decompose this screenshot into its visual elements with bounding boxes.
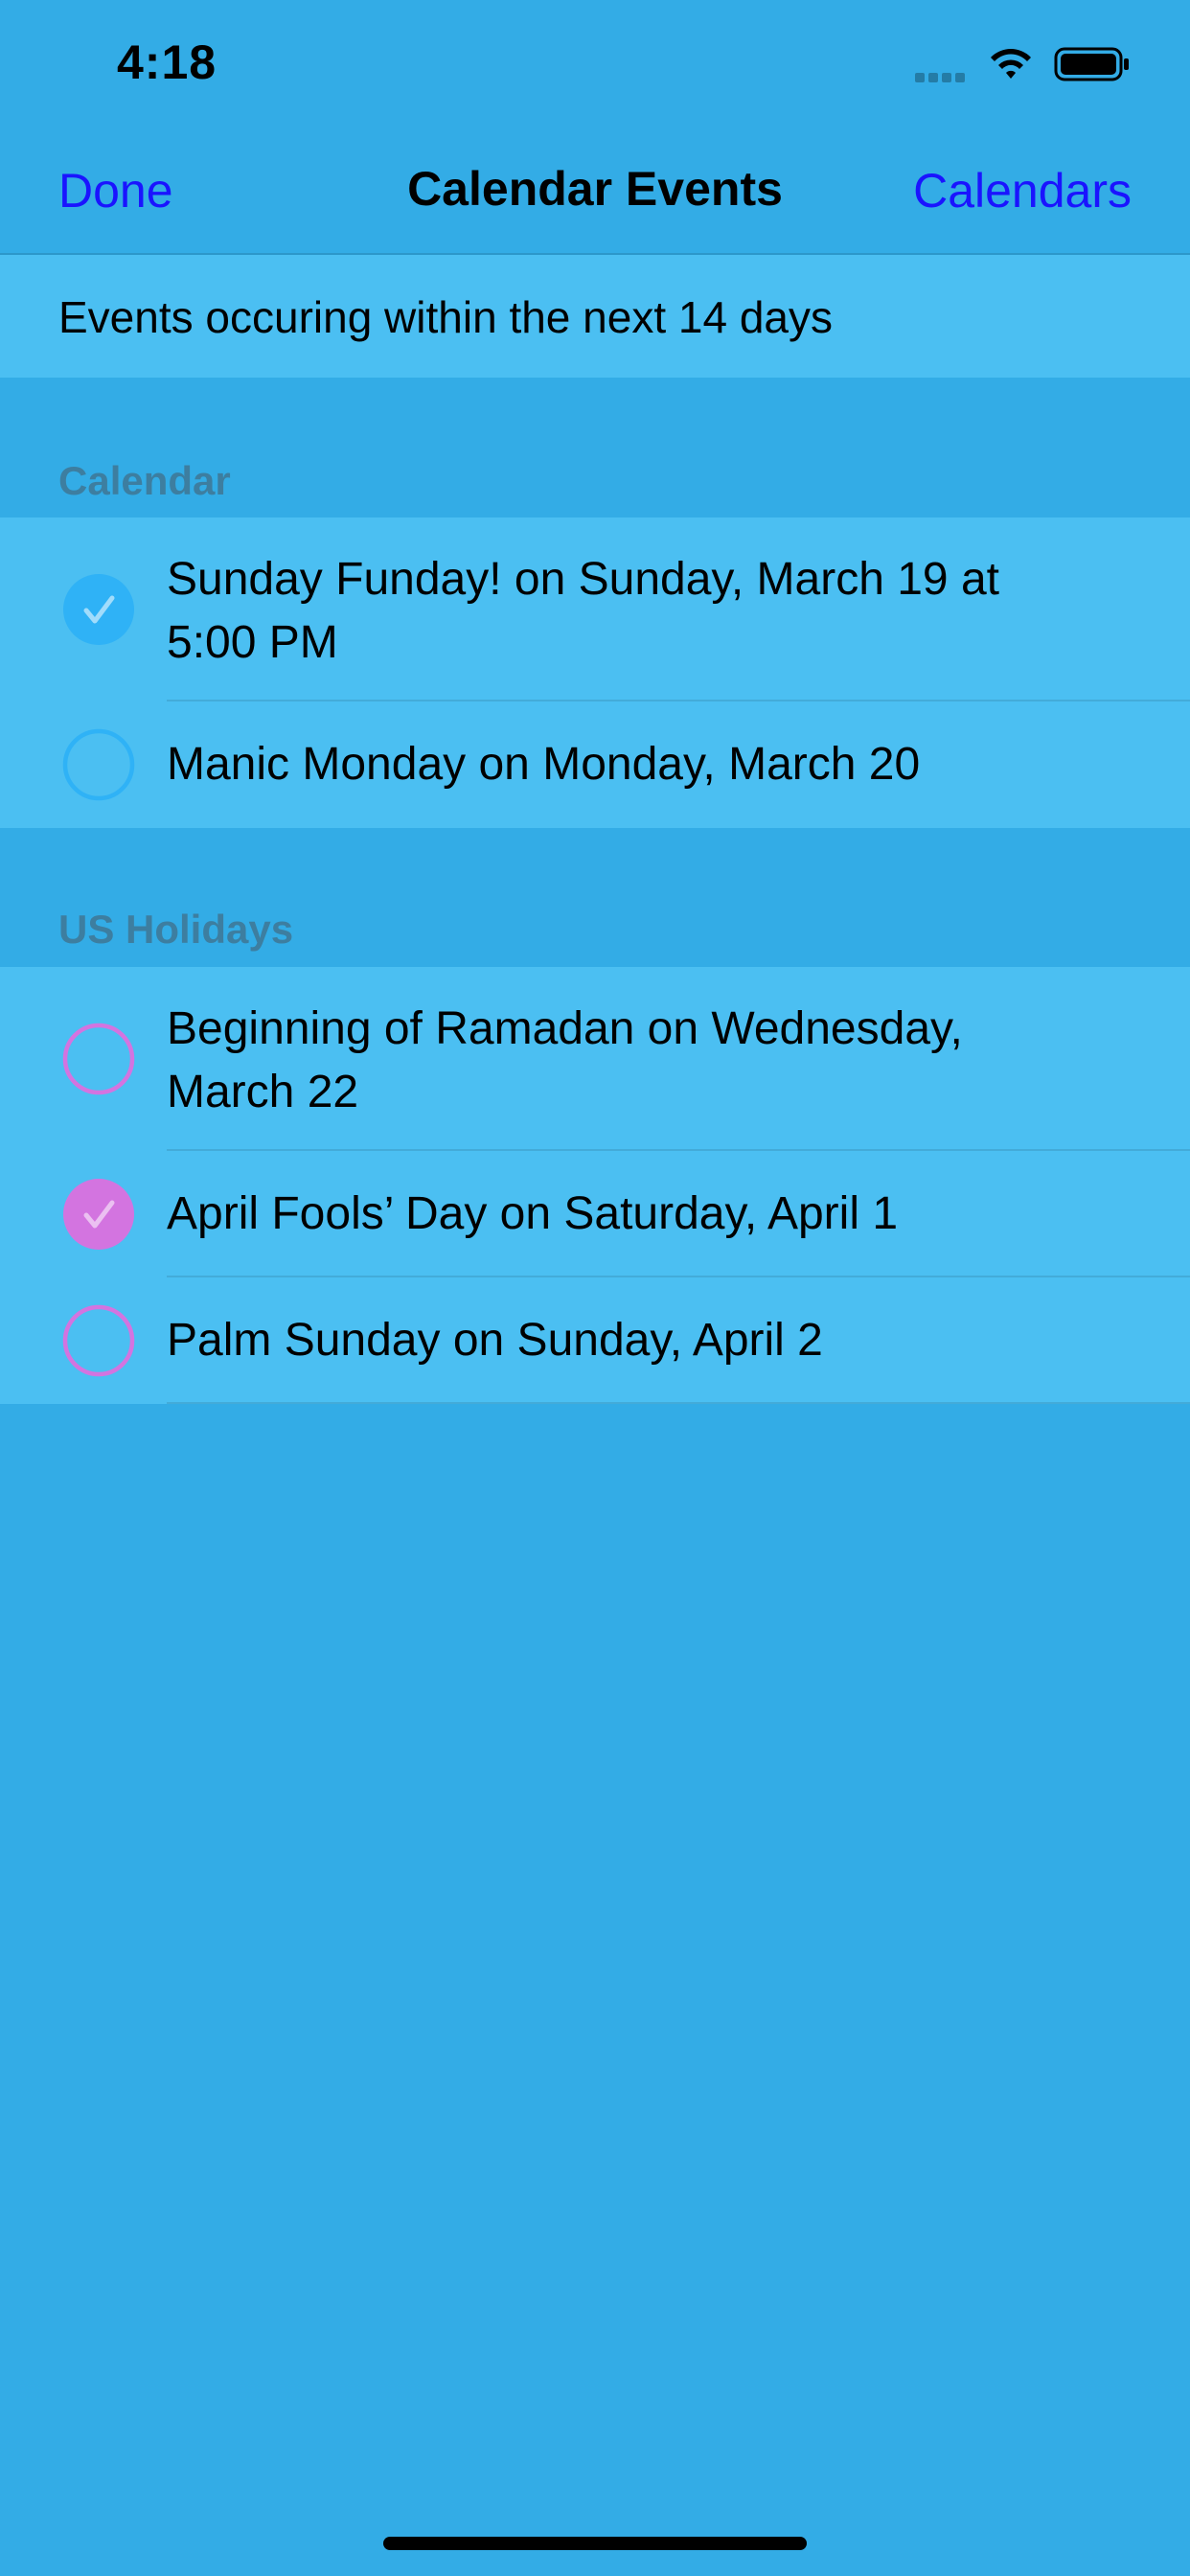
calendars-button[interactable]: Calendars: [913, 163, 1132, 218]
checkmark-icon[interactable]: [62, 1178, 135, 1251]
event-label: Manic Monday on Monday, March 20: [167, 739, 921, 790]
wifi-icon: [987, 46, 1035, 82]
event-label: Sunday Funday! on Sunday, March 19 at 5:…: [167, 554, 999, 668]
signal-icon: [915, 70, 969, 82]
event-row[interactable]: Beginning of Ramadan on Wednesday, March…: [0, 967, 1190, 1151]
circle-icon[interactable]: [62, 1304, 135, 1377]
status-time: 4:18: [117, 35, 217, 89]
event-row[interactable]: Manic Monday on Monday, March 20: [0, 702, 1190, 828]
checkmark-icon[interactable]: [62, 573, 135, 646]
circle-icon[interactable]: [62, 728, 135, 801]
event-label: April Fools’ Day on Saturday, April 1: [167, 1188, 899, 1239]
event-row[interactable]: April Fools’ Day on Saturday, April 1: [0, 1151, 1190, 1277]
row-divider: [167, 1402, 1190, 1404]
calendar-events-group: Sunday Funday! on Sunday, March 19 at 5:…: [0, 518, 1190, 828]
battery-icon: [1054, 46, 1131, 82]
section-header-calendar: Calendar: [58, 458, 231, 503]
circle-icon[interactable]: [62, 1023, 135, 1095]
event-label: Palm Sunday on Sunday, April 2: [167, 1315, 823, 1366]
status-bar: 4:18: [0, 0, 1190, 134]
info-row: Events occuring within the next 14 days: [0, 255, 1190, 378]
event-row[interactable]: Palm Sunday on Sunday, April 2: [0, 1277, 1190, 1404]
navigation-bar: Done Calendar Events Calendars: [0, 134, 1190, 255]
section-header-us-holidays: US Holidays: [58, 907, 294, 952]
event-label: Beginning of Ramadan on Wednesday, March…: [167, 1003, 963, 1117]
event-row[interactable]: Sunday Funday! on Sunday, March 19 at 5:…: [0, 518, 1190, 702]
home-indicator: [383, 2537, 807, 2550]
info-text: Events occuring within the next 14 days: [58, 292, 834, 342]
us-holidays-events-group: Beginning of Ramadan on Wednesday, March…: [0, 967, 1190, 1404]
